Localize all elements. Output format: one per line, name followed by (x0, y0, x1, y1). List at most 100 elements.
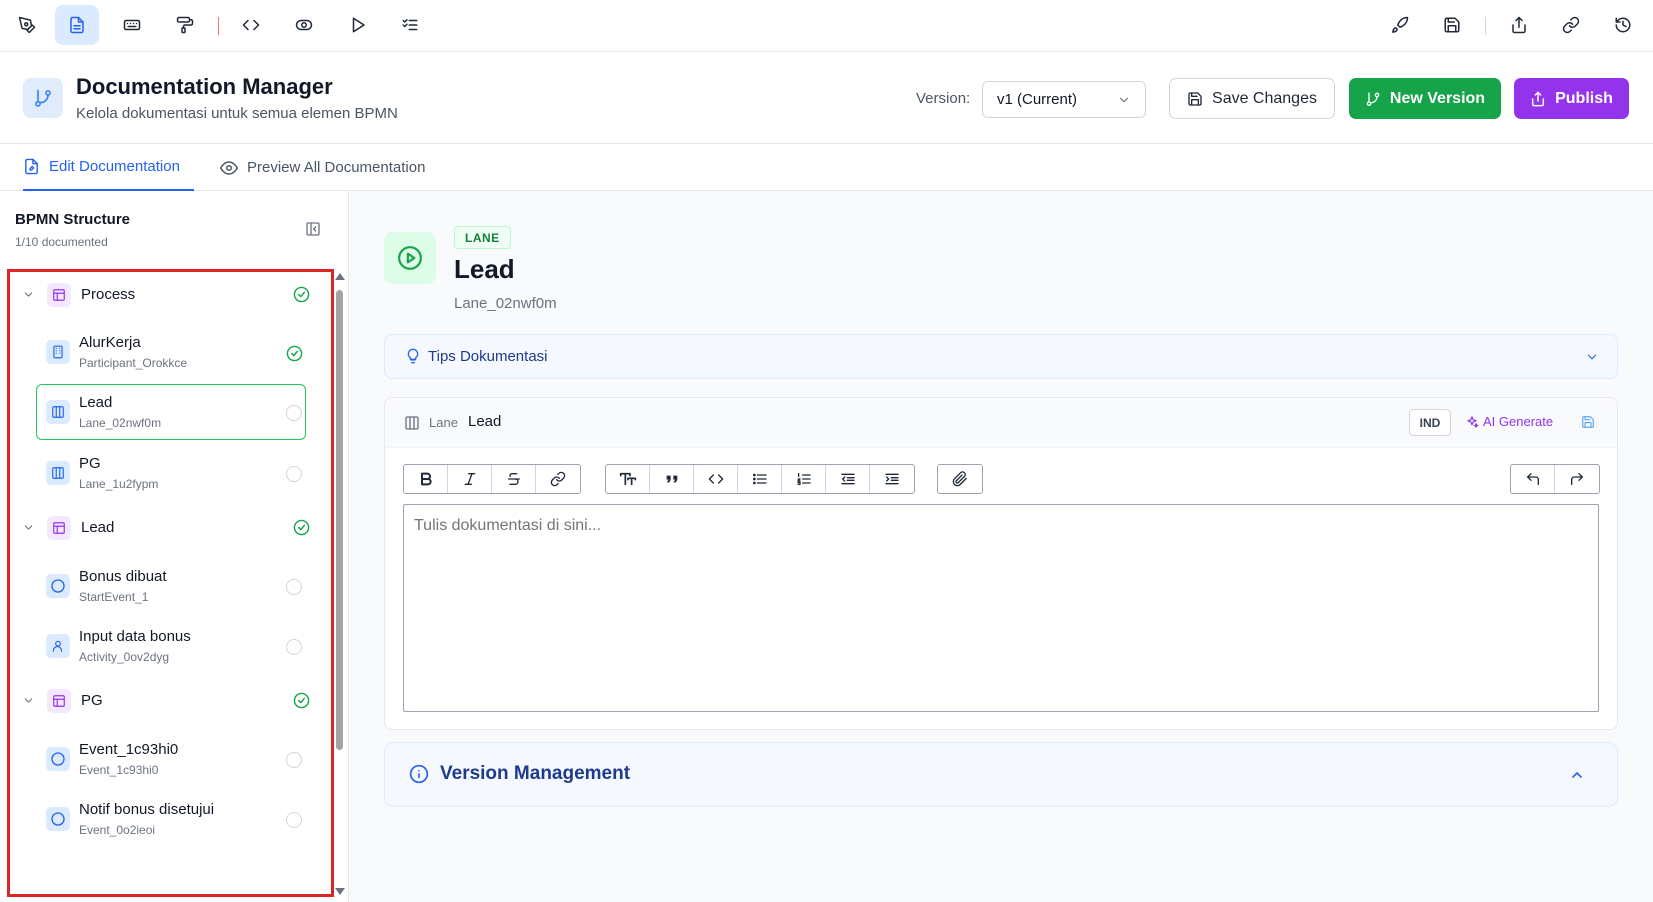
tree-group-pg[interactable]: PG (10, 681, 331, 721)
code-icon[interactable] (229, 5, 273, 45)
documentation-textarea[interactable] (403, 504, 1599, 712)
tree-item-id: StartEvent_1 (79, 590, 149, 604)
sidebar-scrollbar[interactable] (334, 273, 345, 895)
empty-circle-icon (286, 466, 302, 482)
ai-generate-button[interactable]: AI Generate (1465, 414, 1553, 429)
chevron-down-icon[interactable] (22, 694, 35, 707)
save-icon[interactable] (1430, 5, 1474, 45)
bold-button[interactable] (404, 465, 448, 493)
page-title: Documentation Manager (76, 74, 333, 99)
paperclip-button[interactable] (938, 465, 982, 493)
empty-circle-icon (286, 752, 302, 768)
tab-preview-all[interactable]: Preview All Documentation (220, 144, 425, 191)
history-icon[interactable] (1601, 5, 1645, 45)
tree-item[interactable]: Input data bonus Activity_0ov2dyg (36, 618, 306, 674)
keyboard-icon[interactable] (110, 5, 154, 45)
tree-item-name: Input data bonus (79, 628, 191, 645)
tree-item-id: Activity_0ov2dyg (79, 650, 170, 664)
toolbar-divider (218, 17, 219, 35)
circle-icon (46, 574, 70, 598)
empty-circle-icon (286, 639, 302, 655)
page-subtitle: Kelola dokumentasi untuk semua elemen BP… (76, 105, 398, 122)
bullet-list-button[interactable] (738, 465, 782, 493)
tree-item-name: AlurKerja (79, 334, 141, 351)
check-circle-icon (293, 286, 310, 303)
play-icon[interactable] (336, 5, 380, 45)
quote-button[interactable] (650, 465, 694, 493)
empty-circle-icon (286, 405, 302, 421)
user-icon (46, 634, 70, 658)
new-version-label: New Version (1389, 89, 1486, 107)
element-id: Lane_02nwf0m (454, 295, 557, 312)
tips-label: Tips Dokumentasi (428, 348, 548, 365)
publish-button[interactable]: Publish (1514, 78, 1629, 119)
chevron-down-icon[interactable] (22, 521, 35, 534)
tab-edit-documentation[interactable]: Edit Documentation (23, 144, 194, 191)
numbered-list-button[interactable] (782, 465, 826, 493)
element-name-label: Lead (468, 413, 502, 430)
chevron-down-icon[interactable] (22, 288, 35, 301)
chevron-down-icon[interactable] (1585, 350, 1599, 364)
version-management-accordion[interactable]: Version Management (384, 742, 1618, 807)
heading-button[interactable] (606, 465, 650, 493)
columns-icon (46, 400, 70, 424)
outdent-button[interactable] (826, 465, 870, 493)
columns-icon (46, 461, 70, 485)
redo-button[interactable] (1555, 465, 1599, 493)
tree-item[interactable]: Event_1c93hi0 Event_1c93hi0 (36, 731, 306, 787)
check-circle-icon (293, 519, 310, 536)
scroll-thumb[interactable] (336, 290, 343, 750)
version-select-value: v1 (Current) (997, 91, 1078, 108)
list-checks-icon[interactable] (388, 5, 432, 45)
tips-accordion[interactable]: Tips Dokumentasi (384, 334, 1618, 379)
strikethrough-button[interactable] (492, 465, 536, 493)
tab-label: Preview All Documentation (247, 159, 426, 176)
paint-roller-icon[interactable] (163, 5, 207, 45)
block-format-group (605, 464, 915, 494)
editor-header: Lane Lead IND AI Generate (385, 398, 1617, 448)
scroll-up-arrow-icon[interactable] (335, 273, 345, 280)
indent-button[interactable] (870, 465, 914, 493)
version-select[interactable]: v1 (Current) (982, 81, 1146, 118)
chevron-up-icon[interactable] (1569, 767, 1585, 783)
tree-item-id: Lane_02nwf0m (79, 416, 162, 430)
save-changes-button[interactable]: Save Changes (1169, 78, 1335, 119)
scroll-down-arrow-icon[interactable] (335, 888, 345, 895)
language-toggle[interactable]: IND (1409, 409, 1451, 436)
tree-group-lead[interactable]: Lead (10, 508, 331, 548)
tree-item-id: Lane_1u2fypm (79, 477, 159, 491)
circle-icon (46, 747, 70, 771)
layout-icon (47, 283, 71, 307)
link-icon[interactable] (1549, 5, 1593, 45)
upload-icon (1530, 91, 1546, 107)
layout-icon (47, 689, 71, 713)
panel-collapse-icon[interactable] (305, 221, 321, 237)
upload-icon[interactable] (1497, 5, 1541, 45)
tree-item[interactable]: Bonus dibuat StartEvent_1 (36, 558, 306, 614)
tree-item[interactable]: Notif bonus disetujui Event_0o2ieoi (36, 791, 306, 847)
git-branch-icon (23, 78, 63, 118)
layout-icon (47, 516, 71, 540)
tree-item-name: Lead (79, 394, 113, 411)
tree-item[interactable]: PG Lane_1u2fypm (36, 445, 306, 501)
version-management-title: Version Management (440, 763, 631, 784)
tree-item-name: PG (79, 455, 101, 472)
tree-item-selected[interactable]: Lead Lane_02nwf0m (36, 384, 306, 440)
new-version-button[interactable]: New Version (1349, 78, 1501, 119)
tree-item-id: Event_0o2ieoi (79, 823, 156, 837)
italic-button[interactable] (448, 465, 492, 493)
tree-group-process[interactable]: Process (10, 275, 331, 315)
save-icon[interactable] (1581, 415, 1595, 429)
rocket-icon[interactable] (1378, 5, 1422, 45)
element-type-label: Lane (429, 415, 458, 430)
undo-button[interactable] (1511, 465, 1555, 493)
element-type-badge: LANE (454, 226, 511, 249)
attachment-group (937, 464, 983, 494)
link-button[interactable] (536, 465, 580, 493)
code-button[interactable] (694, 465, 738, 493)
toggle-icon[interactable] (282, 5, 326, 45)
sidebar-title: BPMN Structure (15, 211, 131, 228)
document-icon[interactable] (55, 5, 99, 45)
tree-item[interactable]: AlurKerja Participant_Orokkce (36, 324, 306, 380)
pen-tool-icon[interactable] (5, 5, 49, 45)
